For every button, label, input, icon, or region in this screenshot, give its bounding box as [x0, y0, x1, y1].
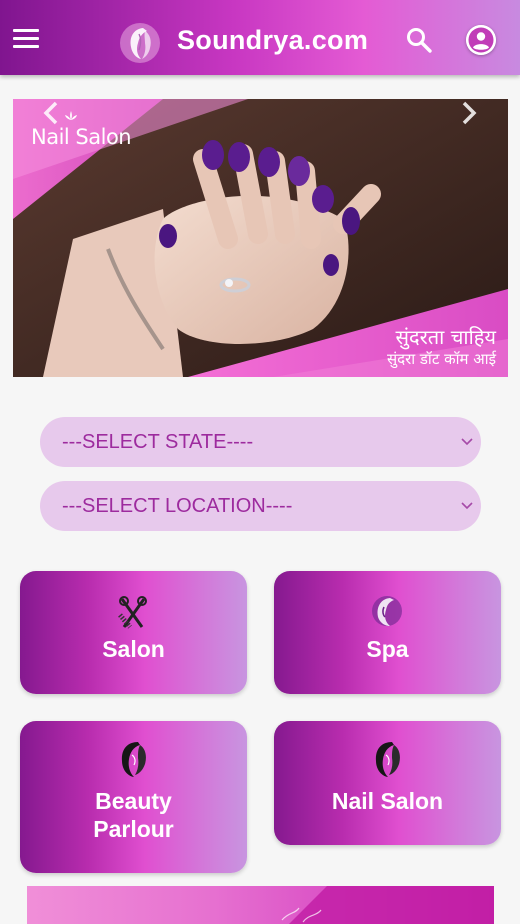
chevron-right-icon[interactable] — [457, 99, 481, 127]
location-select-value: ---SELECT LOCATION---- — [62, 495, 293, 517]
app-title: Soundrya.com — [177, 25, 369, 55]
category-label: Beauty Parlour — [93, 788, 174, 842]
woman-profile-logo-icon — [120, 23, 160, 63]
hero-carousel[interactable]: Nail Salon सुंदरता चाहिय सुंदरा डॉट कॉम … — [13, 99, 508, 377]
promo-banner[interactable] — [27, 886, 494, 924]
scissors-comb-icon — [118, 596, 147, 629]
category-label: Nail Salon — [331, 788, 444, 814]
spa-face-icon — [372, 596, 402, 626]
chevron-down-icon — [461, 438, 473, 446]
chevron-down-icon — [461, 502, 473, 510]
app-bar: Soundrya.com — [0, 0, 520, 75]
chevron-left-icon[interactable] — [39, 99, 63, 127]
hamburger-menu-icon[interactable] — [13, 29, 39, 49]
category-label: Spa — [366, 636, 409, 662]
category-nail-salon[interactable]: Nail Salon — [274, 721, 501, 845]
category-spa[interactable]: Spa — [274, 571, 501, 694]
location-select[interactable]: ---SELECT LOCATION---- — [40, 481, 481, 531]
category-beauty-parlour[interactable]: Beauty Parlour — [20, 721, 247, 873]
category-salon[interactable]: Salon — [20, 571, 247, 694]
state-select-value: ---SELECT STATE---- — [62, 431, 254, 453]
promo-banner-art — [281, 886, 494, 924]
woman-face-icon — [375, 742, 400, 777]
state-select[interactable]: ---SELECT STATE---- — [40, 417, 481, 467]
woman-face-icon — [121, 742, 146, 777]
search-icon[interactable] — [405, 26, 433, 54]
account-circle-icon[interactable] — [466, 25, 496, 55]
banner-tagline: सुंदरता चाहिय — [395, 325, 496, 349]
category-label: Salon — [102, 636, 165, 662]
banner-subline: सुंदरा डॉट कॉम आई — [387, 350, 496, 368]
banner-brand-text: Nail Salon — [31, 125, 132, 149]
